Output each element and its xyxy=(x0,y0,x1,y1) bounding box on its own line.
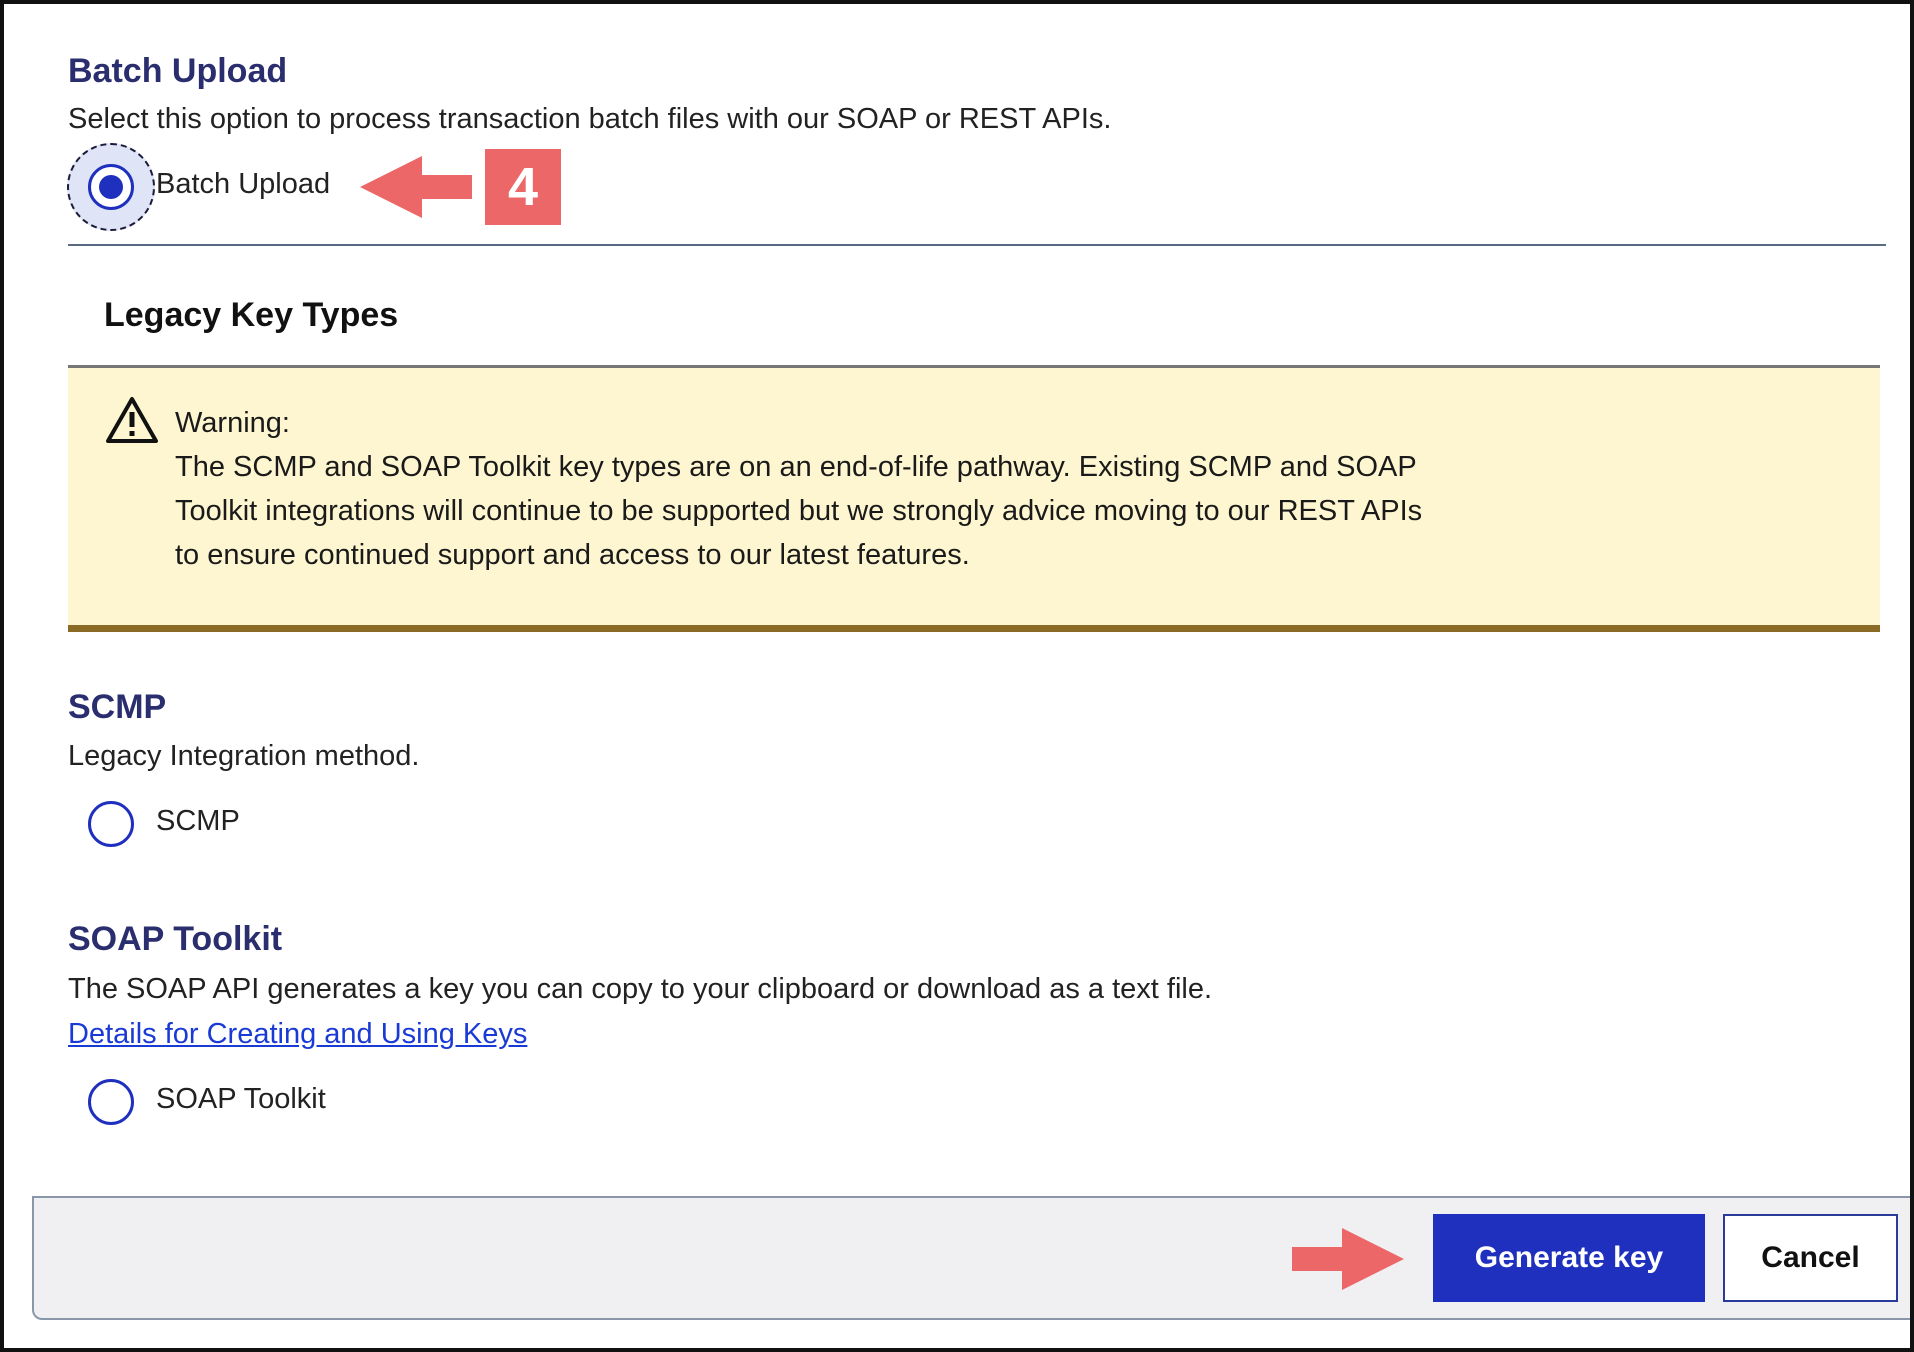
batch-upload-description: Select this option to process transactio… xyxy=(68,103,1112,135)
annotation-arrow-right-icon xyxy=(1292,1228,1404,1290)
step-number-badge: 4 xyxy=(485,149,561,225)
annotation-arrow-left-icon xyxy=(360,156,472,218)
batch-upload-radio-option[interactable]: Batch Upload xyxy=(88,164,368,224)
warning-heading: Warning: xyxy=(175,407,290,439)
batch-upload-heading: Batch Upload xyxy=(68,52,288,90)
warning-triangle-icon xyxy=(106,397,158,443)
scmp-description: Legacy Integration method. xyxy=(68,740,420,772)
scmp-radio-label: SCMP xyxy=(156,805,240,837)
soap-toolkit-radio[interactable] xyxy=(88,1079,134,1125)
warning-text: Warning: The SCMP and SOAP Toolkit key t… xyxy=(175,401,1422,577)
scmp-radio-option[interactable]: SCMP xyxy=(88,801,288,861)
warning-line-2: Toolkit integrations will continue to be… xyxy=(175,495,1423,527)
legacy-key-types-heading: Legacy Key Types xyxy=(104,296,399,334)
warning-line-3: to ensure continued support and access t… xyxy=(175,539,970,571)
scmp-radio[interactable] xyxy=(88,801,134,847)
batch-upload-radio[interactable] xyxy=(88,164,134,210)
generate-key-button[interactable]: Generate key xyxy=(1433,1214,1705,1302)
cancel-button[interactable]: Cancel xyxy=(1723,1214,1898,1302)
batch-upload-radio-label: Batch Upload xyxy=(156,168,331,200)
details-keys-link[interactable]: Details for Creating and Using Keys xyxy=(68,1018,527,1051)
soap-toolkit-radio-label: SOAP Toolkit xyxy=(156,1083,326,1115)
scmp-heading: SCMP xyxy=(68,688,167,726)
soap-toolkit-description: The SOAP API generates a key you can cop… xyxy=(68,973,1213,1005)
warning-banner: Warning: The SCMP and SOAP Toolkit key t… xyxy=(68,365,1880,632)
soap-toolkit-radio-option[interactable]: SOAP Toolkit xyxy=(88,1079,368,1139)
soap-toolkit-heading: SOAP Toolkit xyxy=(68,920,283,958)
warning-line-1: The SCMP and SOAP Toolkit key types are … xyxy=(175,451,1417,483)
section-divider xyxy=(68,244,1886,246)
